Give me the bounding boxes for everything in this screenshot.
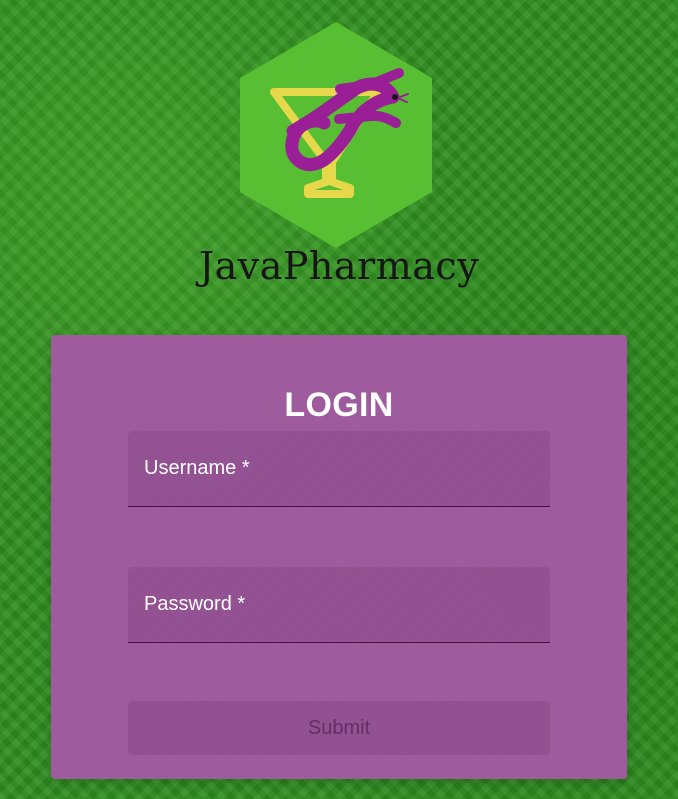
logo-snake-eye	[392, 94, 398, 100]
submit-button[interactable]: Submit	[128, 701, 550, 755]
brand-name: JavaPharmacy	[198, 244, 480, 288]
username-input[interactable]	[128, 431, 550, 506]
pharmacy-logo-icon	[240, 22, 432, 248]
brand-header: JavaPharmacy	[0, 0, 678, 300]
password-field[interactable]: Password *	[128, 567, 550, 643]
password-input[interactable]	[128, 567, 550, 642]
logo-hexagon	[240, 22, 432, 248]
login-title: LOGIN	[284, 385, 394, 424]
username-field[interactable]: Username *	[128, 431, 550, 507]
